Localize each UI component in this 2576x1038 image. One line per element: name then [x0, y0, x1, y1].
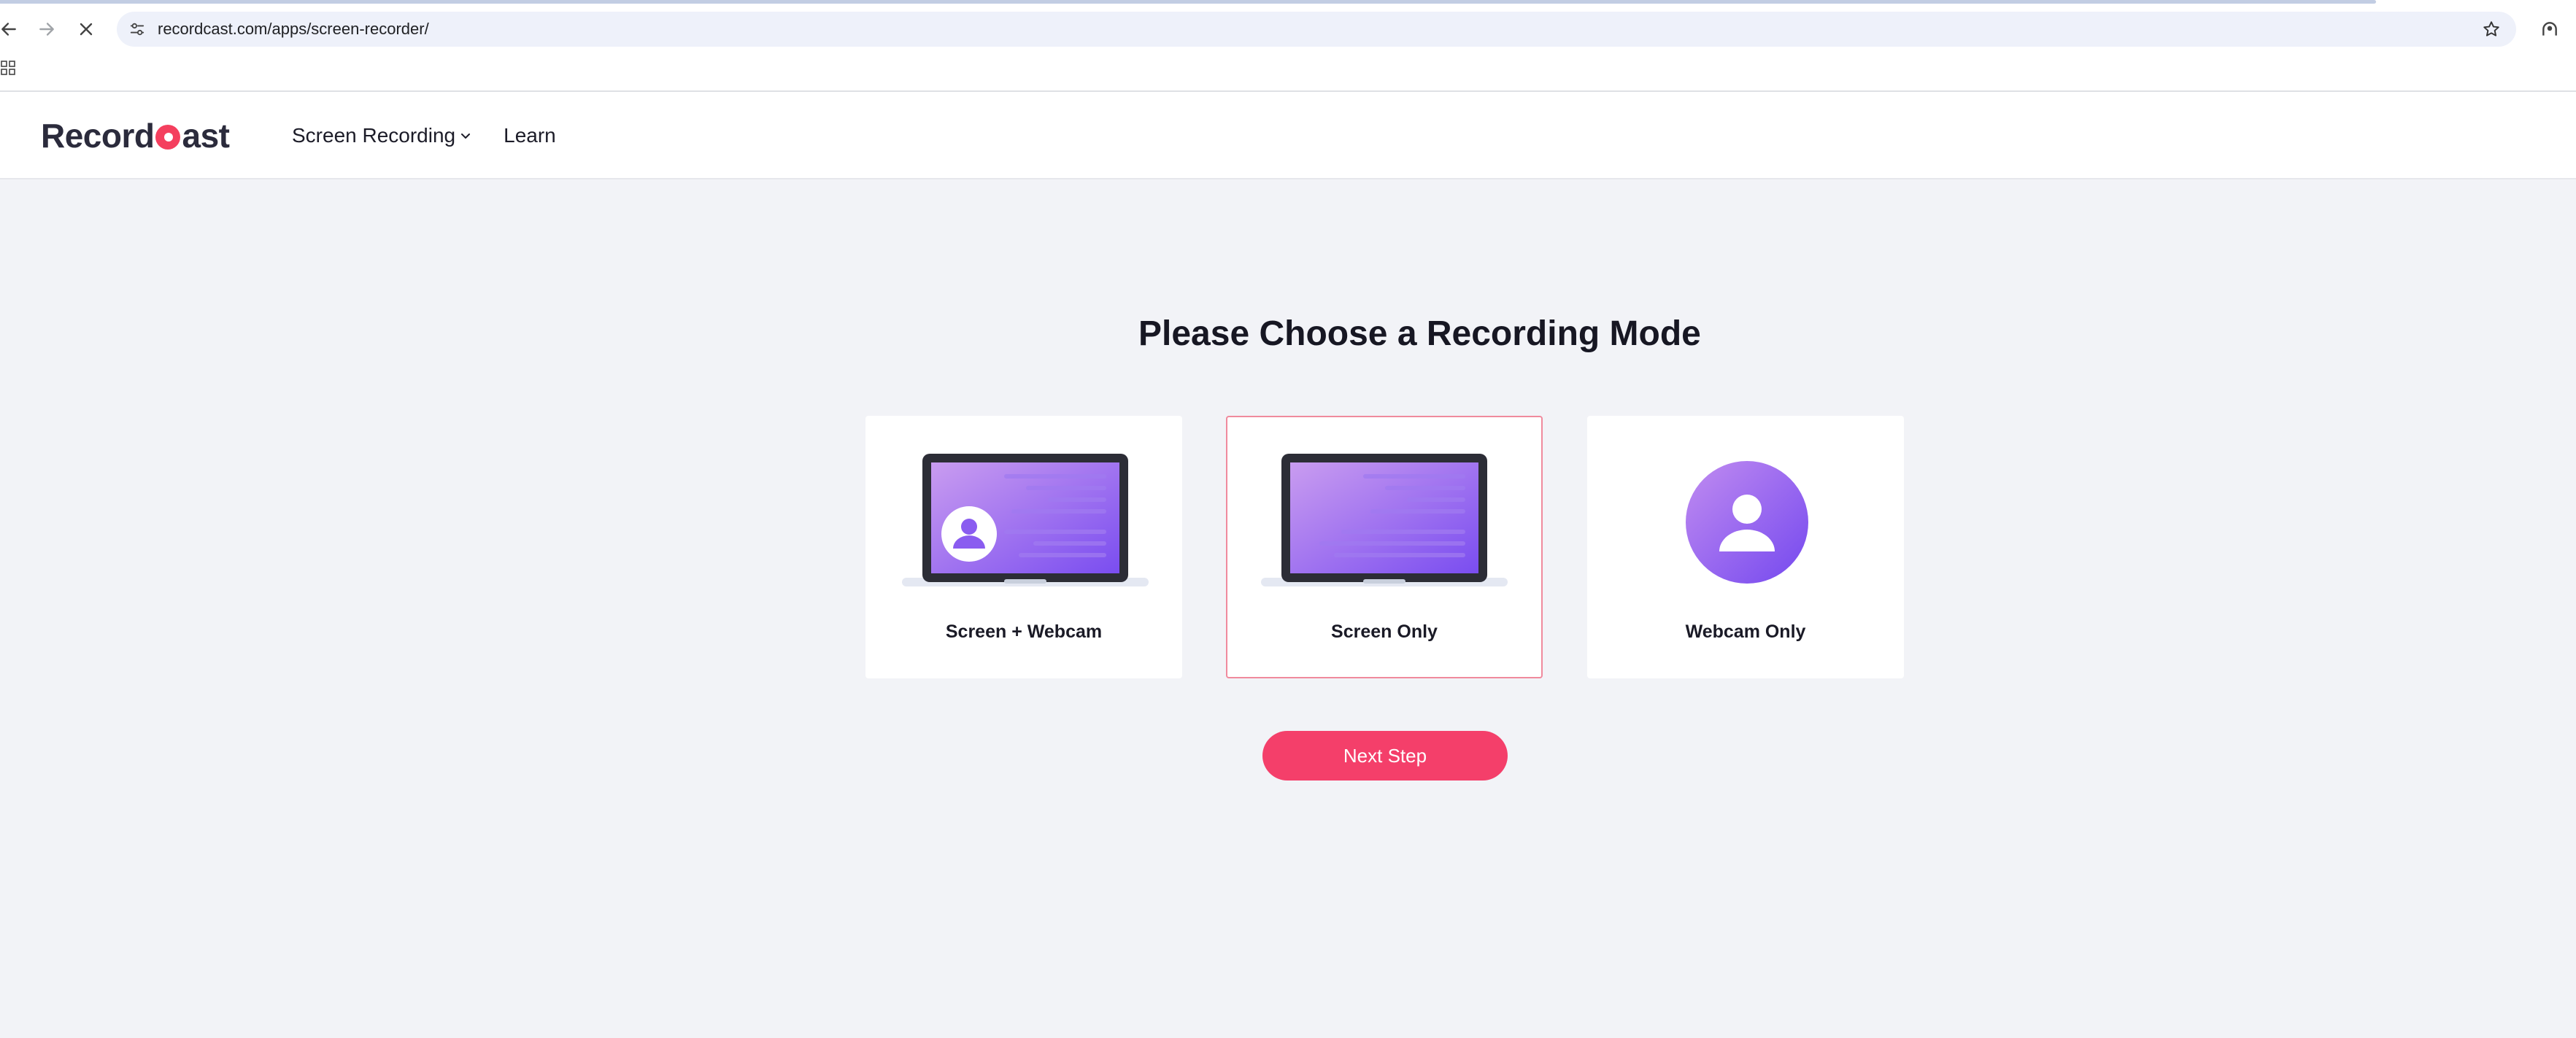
nav-screen-recording[interactable]: Screen Recording — [292, 124, 471, 147]
page-title: Please Choose a Recording Mode — [1138, 314, 1701, 353]
bookmark-button[interactable] — [2478, 16, 2504, 42]
mode-label: Webcam Only — [1685, 621, 1806, 642]
chevron-down-icon — [461, 133, 471, 139]
logo-text-suffix: ast — [182, 117, 230, 155]
mode-label: Screen Only — [1331, 621, 1438, 642]
profile-icon — [2542, 22, 2557, 36]
webcam-person-icon — [1686, 461, 1808, 584]
recordcast-logo[interactable]: Record ast — [41, 115, 230, 156]
nav-learn-label: Learn — [504, 124, 556, 147]
site-header: Record ast Screen Recording Learn — [0, 92, 2576, 179]
url-text[interactable]: recordcast.com/apps/screen-recorder/ — [158, 20, 429, 39]
logo-text-prefix: Record — [41, 117, 155, 155]
page-load-progress — [0, 0, 2376, 4]
next-step-button[interactable]: Next Step — [1262, 731, 1508, 781]
laptop-with-webcam-icon — [902, 454, 1149, 586]
profile-button[interactable] — [2534, 13, 2566, 45]
browser-chrome: recordcast.com/apps/screen-recorder/ — [0, 0, 2576, 92]
mode-card-screen-webcam[interactable]: Screen + Webcam — [865, 416, 1182, 678]
arrow-right-icon — [39, 23, 54, 36]
forward-button[interactable] — [31, 13, 63, 45]
stop-loading-button[interactable] — [70, 13, 102, 45]
nav-screen-recording-label: Screen Recording — [292, 124, 456, 147]
mode-card-webcam-only[interactable]: Webcam Only — [1587, 416, 1904, 678]
close-icon — [80, 23, 93, 36]
arrow-left-icon — [1, 23, 16, 36]
mode-card-screen-only[interactable]: Screen Only — [1226, 416, 1543, 678]
mode-label: Screen + Webcam — [945, 621, 1103, 642]
address-bar[interactable]: recordcast.com/apps/screen-recorder/ — [117, 12, 2516, 47]
back-button[interactable] — [0, 13, 25, 45]
nav-learn[interactable]: Learn — [504, 124, 556, 147]
site-info-button[interactable] — [124, 16, 150, 42]
main-nav: Screen Recording Learn — [292, 121, 556, 150]
apps-button[interactable] — [0, 57, 16, 79]
star-icon — [2483, 21, 2499, 36]
tune-icon — [130, 23, 144, 36]
grid-icon — [1, 61, 15, 75]
laptop-icon — [1261, 454, 1508, 586]
logo-record-icon — [155, 125, 181, 150]
